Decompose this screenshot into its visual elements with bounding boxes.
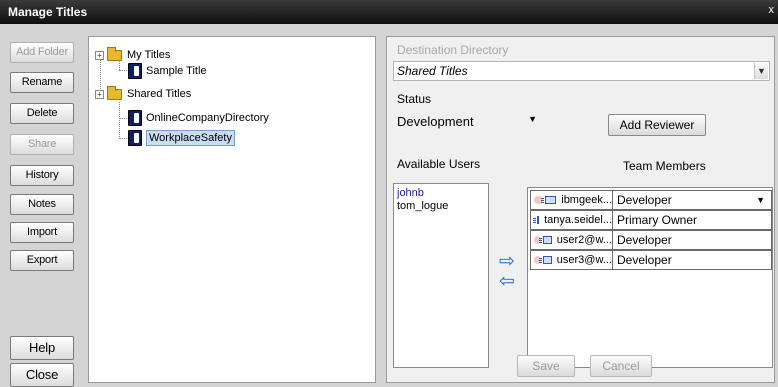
role-cell[interactable]: Developer xyxy=(613,251,771,269)
member-name: user2@w... xyxy=(556,234,612,246)
role-cell[interactable]: Developer xyxy=(613,231,771,249)
title-settings-panel: Destination Directory Shared Titles ▼ St… xyxy=(386,36,775,383)
member-role: Developer xyxy=(617,233,672,247)
available-users-label: Available Users xyxy=(397,157,481,171)
tree-node-shared-titles[interactable]: + Shared Titles xyxy=(95,85,192,100)
close-window-icon[interactable]: x xyxy=(769,4,775,16)
plus-expander-icon[interactable]: + xyxy=(95,50,104,60)
tree-node-sample-title[interactable]: Sample Title xyxy=(128,63,207,79)
chevron-down-icon[interactable]: ▼ xyxy=(528,114,537,124)
destination-directory-label: Destination Directory xyxy=(397,43,509,57)
tree-node-label: OnlineCompanyDirectory xyxy=(146,112,269,124)
list-item[interactable]: johnb xyxy=(397,187,424,199)
tree-connector xyxy=(119,118,127,119)
plus-expander-icon[interactable]: + xyxy=(95,89,104,99)
folder-icon xyxy=(107,85,122,100)
member-name: tanya.seidel... xyxy=(544,214,612,226)
add-reviewer-button[interactable]: Add Reviewer xyxy=(608,114,706,136)
export-button[interactable]: Export xyxy=(10,250,74,271)
role-cell[interactable]: Primary Owner xyxy=(613,211,771,229)
import-button[interactable]: Import xyxy=(10,222,74,243)
contact-card-icon xyxy=(538,256,552,264)
title-document-icon xyxy=(128,110,142,126)
member-role: Developer xyxy=(617,253,672,267)
team-members-table: ibmgeek... Developer ▼ tanya.seidel... P… xyxy=(527,187,773,368)
table-row[interactable]: user2@w... Developer xyxy=(530,230,772,250)
status-label: Status xyxy=(397,92,432,106)
member-name: ibmgeek... xyxy=(561,194,612,206)
folder-icon xyxy=(107,46,122,61)
tree-node-my-titles[interactable]: + My Titles xyxy=(95,46,171,61)
window-title: Manage Titles xyxy=(8,5,88,19)
add-folder-button[interactable]: Add Folder xyxy=(10,42,74,63)
remove-member-arrow-icon[interactable]: ⇦ xyxy=(495,272,519,291)
team-members-label: Team Members xyxy=(623,159,706,173)
history-button[interactable]: History xyxy=(10,165,74,186)
tree-connector xyxy=(119,102,120,139)
close-button[interactable]: Close xyxy=(10,363,74,387)
destination-directory-select[interactable]: Shared Titles ▼ xyxy=(393,61,770,81)
contact-card-icon xyxy=(533,216,540,224)
tree-connector xyxy=(119,138,127,139)
table-row[interactable]: ibmgeek... Developer ▼ xyxy=(530,190,772,210)
status-select[interactable]: Development ▼ xyxy=(397,114,537,132)
tree-connector xyxy=(119,70,127,71)
member-name: user3@w... xyxy=(556,254,612,266)
table-row[interactable]: tanya.seidel... Primary Owner xyxy=(530,210,772,230)
add-member-arrow-icon[interactable]: ⇨ xyxy=(495,252,519,271)
available-users-list[interactable]: johnb tom_logue xyxy=(393,183,489,368)
action-button-column: Add Folder Rename Delete Share History N… xyxy=(4,32,84,387)
member-role: Primary Owner xyxy=(617,213,698,227)
member-cell: user3@w... xyxy=(531,251,613,269)
member-role: Developer xyxy=(617,193,672,207)
chevron-down-icon[interactable]: ▼ xyxy=(754,63,768,79)
tree-connector xyxy=(119,61,120,70)
title-document-icon xyxy=(128,63,142,79)
role-select[interactable]: Developer ▼ xyxy=(613,191,771,209)
tree-node-workplace-safety[interactable]: WorkplaceSafety xyxy=(128,130,235,146)
tree-node-label: My Titles xyxy=(127,49,171,61)
rename-button[interactable]: Rename xyxy=(10,72,74,93)
member-cell: tanya.seidel... xyxy=(531,211,613,229)
destination-directory-value: Shared Titles xyxy=(397,64,468,78)
cancel-button[interactable]: Cancel xyxy=(590,355,652,377)
tree-node-label: Shared Titles xyxy=(127,88,192,100)
chevron-down-icon[interactable]: ▼ xyxy=(756,191,765,209)
contact-card-icon xyxy=(538,236,552,244)
save-button[interactable]: Save xyxy=(517,355,575,377)
status-value: Development xyxy=(397,114,474,129)
tree-node-online-company-directory[interactable]: OnlineCompanyDirectory xyxy=(128,110,269,126)
share-button[interactable]: Share xyxy=(10,134,74,155)
tree-node-label: Sample Title xyxy=(146,65,207,77)
manage-titles-window: Add Folder Rename Delete Share History N… xyxy=(0,24,778,387)
member-cell: ibmgeek... xyxy=(531,191,613,209)
list-item[interactable]: tom_logue xyxy=(397,200,448,212)
member-cell: user2@w... xyxy=(531,231,613,249)
tree-node-label-selected: WorkplaceSafety xyxy=(146,130,235,146)
title-bar: Manage Titles x xyxy=(0,0,778,24)
notes-button[interactable]: Notes xyxy=(10,194,74,215)
delete-button[interactable]: Delete xyxy=(10,103,74,124)
contact-card-icon xyxy=(541,196,557,204)
table-row[interactable]: user3@w... Developer xyxy=(530,250,772,270)
help-button[interactable]: Help xyxy=(10,336,74,360)
titles-tree: + My Titles Sample Title + Shared Titles… xyxy=(88,36,376,383)
title-document-icon xyxy=(128,130,142,146)
